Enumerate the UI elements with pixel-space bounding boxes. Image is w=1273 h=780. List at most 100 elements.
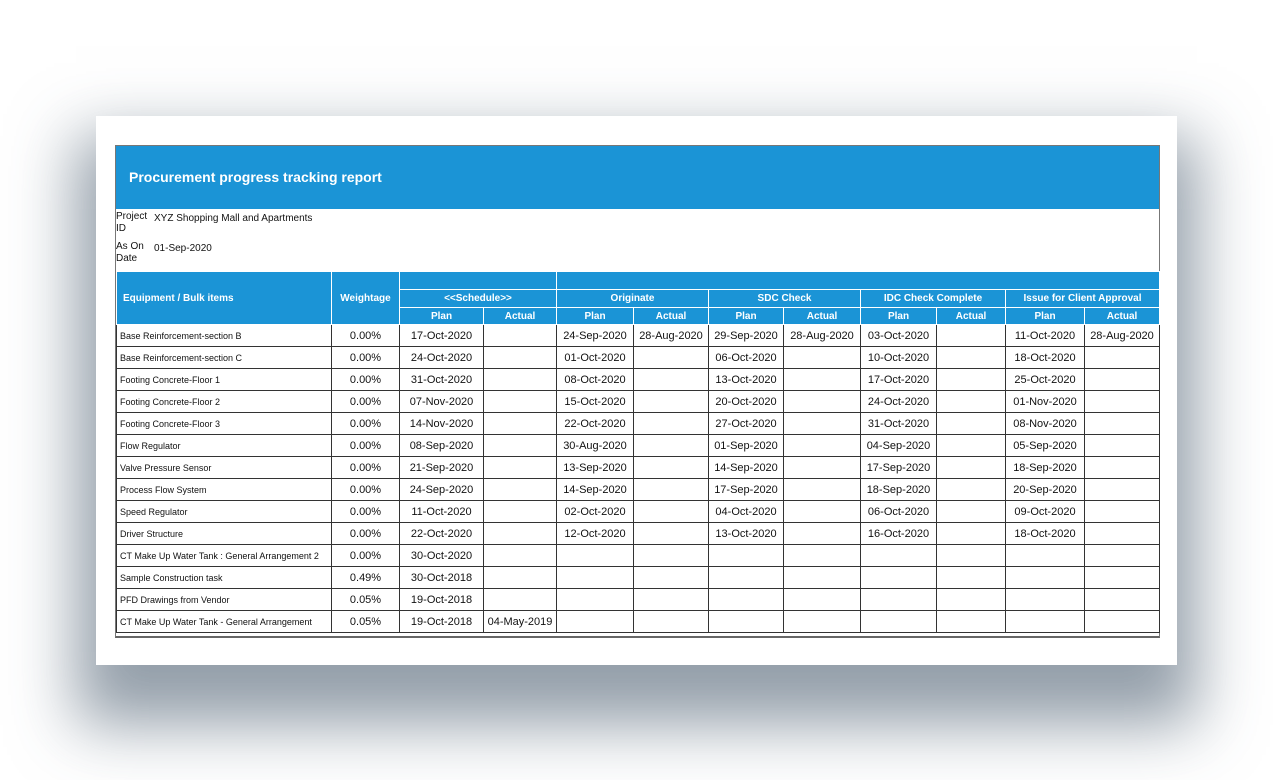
progress-table: Equipment / Bulk items Weightage <<Sched… <box>116 271 1160 633</box>
cell-weightage: 0.05% <box>331 610 400 633</box>
cell-issue-actual <box>1084 566 1160 589</box>
cell-sdc-actual <box>783 522 861 545</box>
cell-weightage: 0.05% <box>331 588 400 611</box>
table-row: Speed Regulator 0.00% 11-Oct-2020 02-Oct-20… <box>116 500 1160 523</box>
table-row: Base Reinforcement-section C 0.00% 24-Oct-… <box>116 346 1160 369</box>
cell-issue-plan: 08-Nov-2020 <box>1005 412 1085 435</box>
cell-sched-actual <box>483 566 557 589</box>
cell-sched-plan: 14-Nov-2020 <box>399 412 484 435</box>
cell-sdc-plan: 01-Sep-2020 <box>708 434 784 457</box>
as-on-date-label: As On Date <box>116 241 144 264</box>
cell-weightage: 0.00% <box>331 324 400 347</box>
cell-idc-plan: 18-Sep-2020 <box>860 478 937 501</box>
cell-issue-actual <box>1084 478 1160 501</box>
cell-sched-plan: 21-Sep-2020 <box>399 456 484 479</box>
cell-sched-plan: 30-Oct-2018 <box>399 566 484 589</box>
cell-sched-actual <box>483 478 557 501</box>
cell-sdc-plan: 13-Oct-2020 <box>708 522 784 545</box>
cell-orig-plan: 12-Oct-2020 <box>556 522 634 545</box>
cell-orig-actual <box>633 610 709 633</box>
cell-sched-plan: 17-Oct-2020 <box>399 324 484 347</box>
cell-issue-actual <box>1084 368 1160 391</box>
cell-idc-actual <box>936 566 1006 589</box>
table-row: Footing Concrete-Floor 2 0.00% 07-Nov-2020… <box>116 390 1160 413</box>
cell-issue-plan <box>1005 588 1085 611</box>
cell-idc-actual <box>936 346 1006 369</box>
cell-sdc-plan <box>708 610 784 633</box>
cell-sched-plan: 31-Oct-2020 <box>399 368 484 391</box>
col-plan: Plan <box>556 307 634 325</box>
cell-item: Sample Construction task <box>116 566 332 589</box>
cell-sched-actual <box>483 412 557 435</box>
procurement-report: Procurement progress tracking report Pro… <box>115 145 1160 638</box>
table-row: Footing Concrete-Floor 3 0.00% 14-Nov-2020… <box>116 412 1160 435</box>
cell-idc-actual <box>936 324 1006 347</box>
cell-orig-plan: 24-Sep-2020 <box>556 324 634 347</box>
cell-item: Base Reinforcement-section B <box>116 324 332 347</box>
cell-orig-actual <box>633 544 709 567</box>
cell-issue-plan: 18-Oct-2020 <box>1005 522 1085 545</box>
cell-idc-plan: 03-Oct-2020 <box>860 324 937 347</box>
cell-orig-plan: 02-Oct-2020 <box>556 500 634 523</box>
cell-sdc-plan: 06-Oct-2020 <box>708 346 784 369</box>
cell-issue-actual <box>1084 544 1160 567</box>
cell-idc-plan <box>860 544 937 567</box>
cell-idc-actual <box>936 368 1006 391</box>
table-body: Base Reinforcement-section B 0.00% 17-Oct-… <box>116 324 1160 633</box>
col-sdc-check: SDC Check <box>708 289 861 308</box>
cell-sdc-plan: 04-Oct-2020 <box>708 500 784 523</box>
cell-sdc-actual <box>783 346 861 369</box>
cell-idc-actual <box>936 544 1006 567</box>
cell-sched-actual <box>483 390 557 413</box>
cell-idc-plan: 31-Oct-2020 <box>860 412 937 435</box>
col-plan: Plan <box>1005 307 1085 325</box>
table-row: Process Flow System 0.00% 24-Sep-2020 14-Se… <box>116 478 1160 501</box>
cell-orig-plan <box>556 566 634 589</box>
table-row: Driver Structure 0.00% 22-Oct-2020 12-Oct-2… <box>116 522 1160 545</box>
report-title: Procurement progress tracking report <box>129 169 382 185</box>
cell-weightage: 0.00% <box>331 478 400 501</box>
cell-issue-actual <box>1084 390 1160 413</box>
col-idc-check: IDC Check Complete <box>860 289 1006 308</box>
col-actual: Actual <box>936 307 1006 325</box>
cell-weightage: 0.00% <box>331 522 400 545</box>
cell-issue-plan <box>1005 566 1085 589</box>
cell-orig-plan <box>556 610 634 633</box>
cell-weightage: 0.49% <box>331 566 400 589</box>
cell-orig-actual <box>633 588 709 611</box>
cell-orig-actual <box>633 522 709 545</box>
cell-item: Footing Concrete-Floor 1 <box>116 368 332 391</box>
cell-orig-plan: 08-Oct-2020 <box>556 368 634 391</box>
cell-idc-plan: 04-Sep-2020 <box>860 434 937 457</box>
cell-issue-actual <box>1084 434 1160 457</box>
cell-orig-actual: 28-Aug-2020 <box>633 324 709 347</box>
cell-orig-actual <box>633 412 709 435</box>
cell-sched-plan: 30-Oct-2020 <box>399 544 484 567</box>
cell-idc-plan: 16-Oct-2020 <box>860 522 937 545</box>
cell-sched-actual <box>483 522 557 545</box>
cell-orig-actual <box>633 456 709 479</box>
cell-issue-actual <box>1084 412 1160 435</box>
cell-weightage: 0.00% <box>331 412 400 435</box>
cell-issue-plan <box>1005 544 1085 567</box>
cell-sched-plan: 11-Oct-2020 <box>399 500 484 523</box>
cell-orig-plan <box>556 544 634 567</box>
cell-item: Flow Regulator <box>116 434 332 457</box>
cell-orig-plan: 14-Sep-2020 <box>556 478 634 501</box>
cell-item: CT Make Up Water Tank : General Arrangem… <box>116 544 332 567</box>
cell-orig-actual <box>633 368 709 391</box>
cell-sched-plan: 08-Sep-2020 <box>399 434 484 457</box>
col-equipment: Equipment / Bulk items <box>116 271 332 325</box>
cell-idc-actual <box>936 522 1006 545</box>
table-row: Base Reinforcement-section B 0.00% 17-Oct-… <box>116 324 1160 347</box>
header-spacer <box>556 271 1160 290</box>
col-actual: Actual <box>633 307 709 325</box>
header-spacer <box>399 271 557 290</box>
cell-item: Base Reinforcement-section C <box>116 346 332 369</box>
cell-sdc-plan: 20-Oct-2020 <box>708 390 784 413</box>
cell-orig-actual <box>633 390 709 413</box>
cell-item: Footing Concrete-Floor 2 <box>116 390 332 413</box>
cell-sdc-plan: 29-Sep-2020 <box>708 324 784 347</box>
cell-sched-actual <box>483 434 557 457</box>
cell-issue-actual <box>1084 500 1160 523</box>
